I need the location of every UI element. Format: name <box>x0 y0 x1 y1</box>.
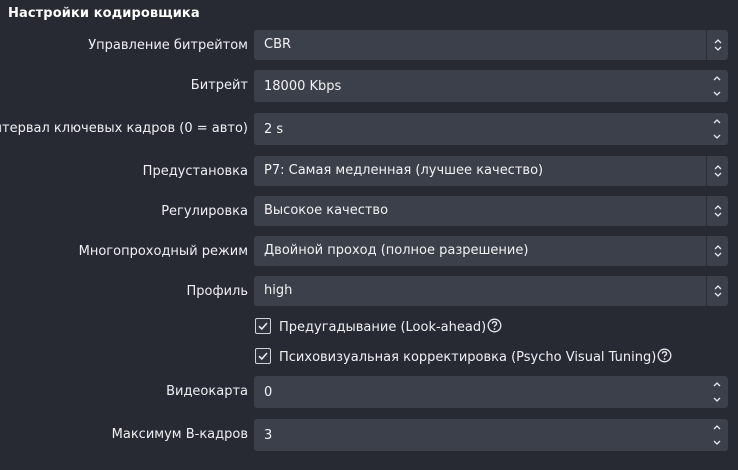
lookahead-checkbox[interactable] <box>255 318 271 334</box>
multipass-value: Двойной проход (полное разрешение) <box>264 243 529 258</box>
checkmark-icon <box>258 352 268 361</box>
gpu-spinbox[interactable]: 0 <box>254 376 728 408</box>
preset-label: Предустановка <box>142 164 248 179</box>
bitrate-value: 18000 Kbps <box>264 79 342 94</box>
max-bframes-spinbox[interactable]: 3 <box>254 419 728 451</box>
max-bframes-label: Максимум B-кадров <box>111 427 248 442</box>
preset-value: P7: Самая медленная (лучшее качество) <box>264 163 544 178</box>
spin-chevron-icon[interactable] <box>706 376 728 408</box>
checkmark-icon <box>258 322 268 331</box>
multipass-label: Многопроходный режим <box>78 244 248 259</box>
updown-chevron-icon <box>706 196 728 226</box>
rate-control-select[interactable]: CBR <box>254 30 728 60</box>
profile-label: Профиль <box>186 284 248 299</box>
question-circle-icon[interactable] <box>657 348 672 363</box>
updown-chevron-icon <box>706 276 728 306</box>
tuning-select[interactable]: Высокое качество <box>254 196 728 226</box>
section-title: Настройки кодировщика <box>8 6 200 21</box>
max-bframes-value: 3 <box>264 428 273 443</box>
lookahead-label: Предугадывание (Look-ahead) <box>279 318 502 335</box>
spin-chevron-icon[interactable] <box>706 113 728 145</box>
keyframe-interval-value: 2 s <box>264 122 284 137</box>
updown-chevron-icon <box>706 30 728 60</box>
preset-select[interactable]: P7: Самая медленная (лучшее качество) <box>254 156 728 186</box>
tuning-value: Высокое качество <box>264 203 389 218</box>
bitrate-spinbox[interactable]: 18000 Kbps <box>254 70 728 102</box>
profile-value: high <box>264 283 293 298</box>
question-circle-icon[interactable] <box>487 318 502 333</box>
updown-chevron-icon <box>706 236 728 266</box>
spin-chevron-icon[interactable] <box>706 70 728 102</box>
lookahead-label-text: Предугадывание (Look-ahead) <box>279 320 487 335</box>
bitrate-label: Битрейт <box>190 78 248 93</box>
keyframe-interval-spinbox[interactable]: 2 s <box>254 113 728 145</box>
psycho-visual-checkbox[interactable] <box>255 348 271 364</box>
profile-select[interactable]: high <box>254 276 728 306</box>
gpu-value: 0 <box>264 385 273 400</box>
rate-control-value: CBR <box>264 37 292 52</box>
psycho-visual-label: Психовизуальная корректировка (Psycho Vi… <box>279 348 672 365</box>
multipass-select[interactable]: Двойной проход (полное разрешение) <box>254 236 728 266</box>
tuning-label: Регулировка <box>161 204 248 219</box>
keyframe-interval-label: Интервал ключевых кадров (0 = авто) <box>0 121 248 136</box>
psycho-visual-label-text: Психовизуальная корректировка (Psycho Vi… <box>279 350 657 365</box>
gpu-label: Видеокарта <box>166 384 248 399</box>
spin-chevron-icon[interactable] <box>706 419 728 451</box>
updown-chevron-icon <box>706 156 728 186</box>
rate-control-label: Управление битрейтом <box>88 38 248 53</box>
